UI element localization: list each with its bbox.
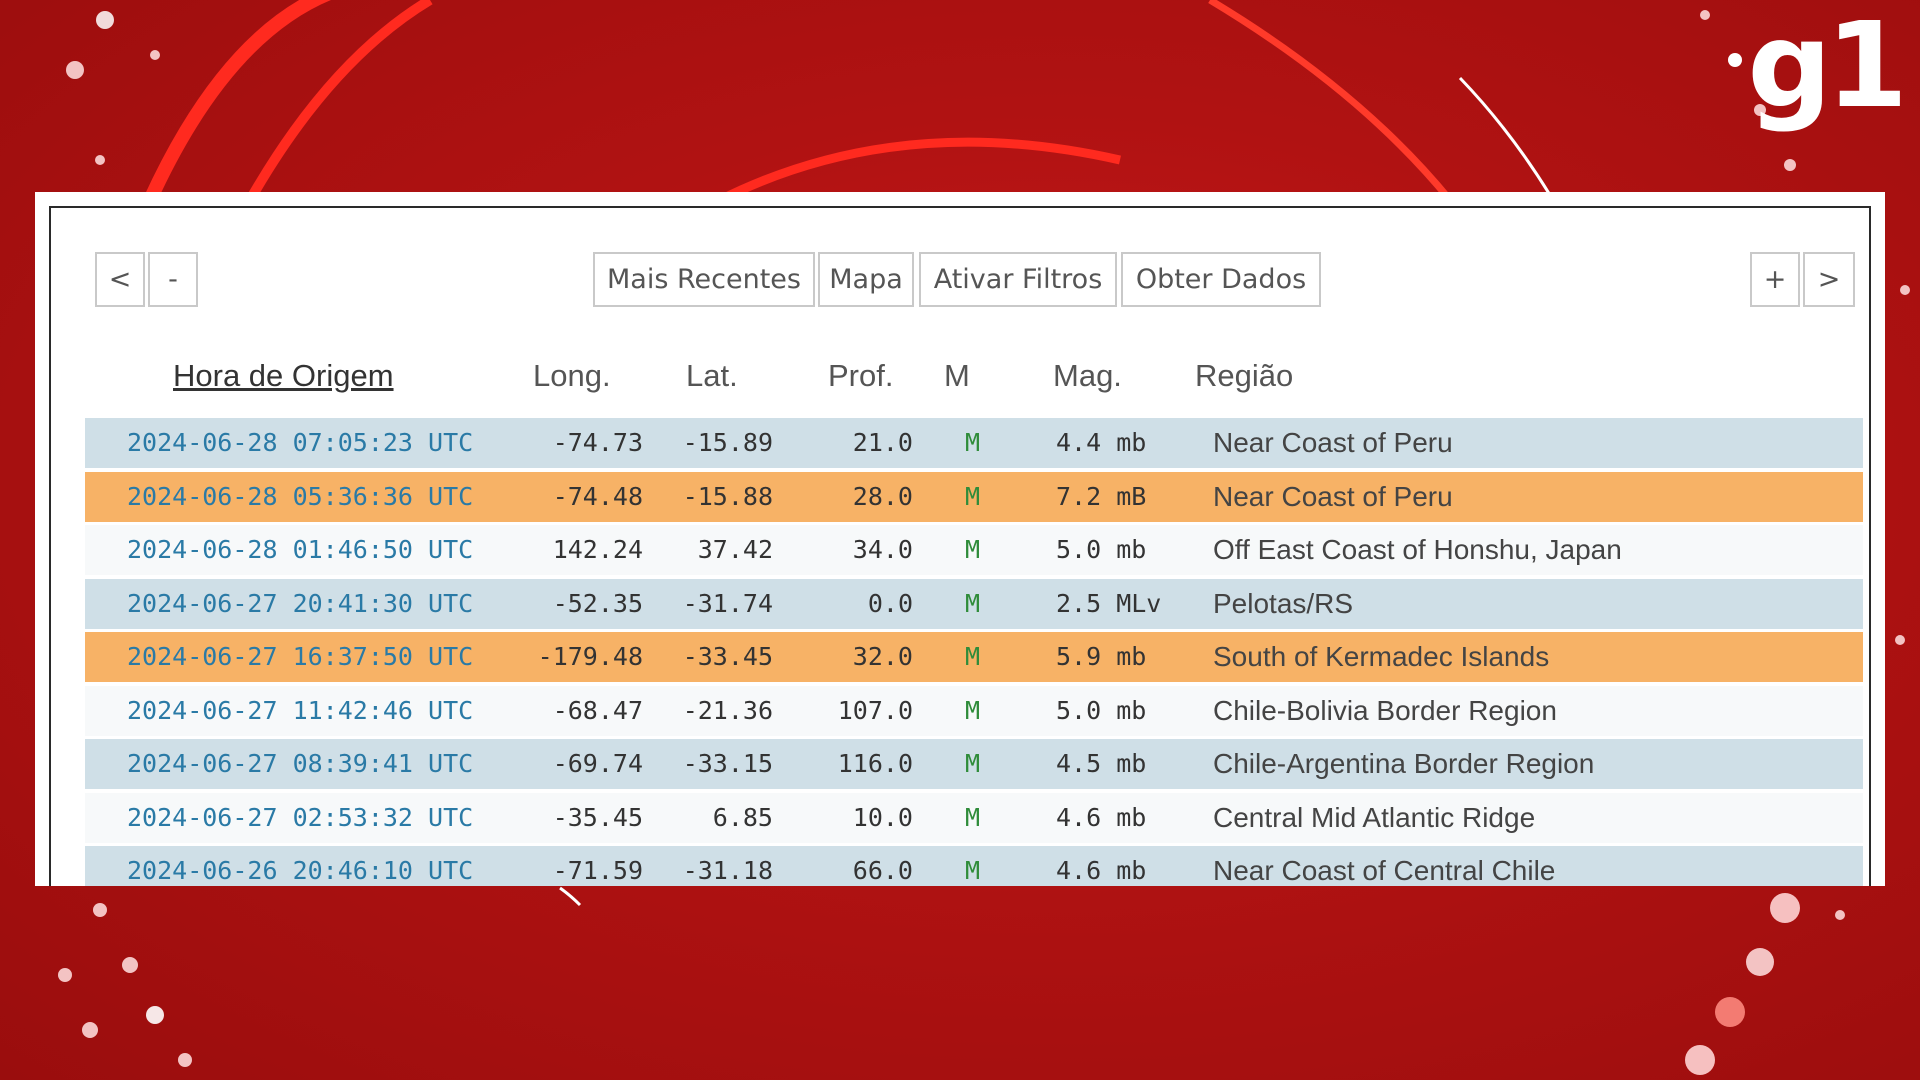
zoom-in-button[interactable]: + — [1750, 252, 1800, 307]
cell-mode: M — [965, 642, 981, 671]
cell-longitude: -74.73 — [552, 428, 643, 457]
cell-depth: 116.0 — [837, 749, 913, 778]
cell-region: Near Coast of Peru — [1213, 480, 1453, 512]
header-latitude: Lat. — [686, 358, 738, 393]
table-row[interactable]: 2024-06-28 05:36:36 UTC -74.48 -15.88 28.0 M… — [85, 471, 1863, 522]
cell-longitude: -69.74 — [552, 749, 643, 778]
cell-depth: 28.0 — [852, 481, 913, 511]
map-button[interactable]: Mapa — [818, 252, 914, 307]
cell-longitude: -52.35 — [552, 588, 643, 618]
cell-latitude: -31.18 — [682, 856, 773, 885]
header-magnitude: Mag. — [1053, 358, 1122, 393]
cell-depth: 21.0 — [852, 428, 913, 457]
cell-depth: 66.0 — [852, 856, 913, 885]
cell-magnitude: 7.2 mB — [1056, 481, 1147, 511]
cell-origin-time: 2024-06-27 02:53:32 UTC — [127, 802, 474, 832]
cell-mode: M — [965, 481, 981, 511]
cell-depth: 10.0 — [852, 802, 913, 832]
cell-depth: 107.0 — [837, 695, 913, 725]
cell-origin-time: 2024-06-26 20:46:10 UTC — [127, 856, 474, 885]
cell-magnitude: 4.6 mb — [1056, 856, 1147, 885]
cell-magnitude: 5.9 mb — [1056, 642, 1147, 671]
table-row[interactable]: 2024-06-28 01:46:50 UTC 142.24 37.42 34.0 M 5… — [85, 525, 1863, 575]
cell-latitude: -33.45 — [682, 642, 773, 671]
cell-origin-time: 2024-06-27 16:37:50 UTC — [127, 642, 474, 671]
cell-magnitude: 2.5 MLv — [1056, 588, 1162, 618]
events-table-body: 2024-06-28 07:05:23 UTC -74.73 -15.89 21.0 M… — [85, 418, 1863, 886]
header-longitude: Long. — [533, 358, 611, 393]
cell-region: Chile-Bolivia Border Region — [1213, 694, 1557, 726]
table-row[interactable]: 2024-06-27 08:39:41 UTC -69.74 -33.15 116.0… — [85, 739, 1863, 789]
cell-region: Near Coast of Peru — [1213, 427, 1453, 458]
cell-region: Central Mid Atlantic Ridge — [1213, 801, 1536, 833]
cell-depth: 32.0 — [852, 642, 913, 671]
cell-origin-time: 2024-06-27 08:39:41 UTC — [127, 749, 474, 778]
cell-origin-time: 2024-06-28 07:05:23 UTC — [127, 428, 474, 457]
cell-mode: M — [965, 856, 981, 885]
cell-magnitude: 5.0 mb — [1056, 695, 1147, 725]
next-button[interactable]: > — [1803, 252, 1855, 307]
cell-latitude: -15.88 — [682, 481, 773, 511]
cell-region: South of Kermadec Islands — [1213, 641, 1550, 672]
recent-button[interactable]: Mais Recentes — [593, 252, 815, 307]
cell-region: Pelotas/RS — [1213, 587, 1354, 619]
g1-logo: g1 — [1747, 0, 1908, 134]
cell-mode: M — [965, 428, 981, 457]
cell-latitude: 6.85 — [712, 802, 773, 832]
prev-button[interactable]: < — [95, 252, 145, 307]
cell-longitude: 142.24 — [552, 535, 643, 564]
table-row[interactable]: 2024-06-26 20:46:10 UTC -71.59 -31.18 66.0 M… — [85, 846, 1863, 886]
cell-longitude: -179.48 — [537, 642, 643, 671]
header-depth: Prof. — [828, 358, 894, 393]
table-row[interactable]: 2024-06-27 20:41:30 UTC -52.35 -31.74 0.0 M 2… — [85, 578, 1863, 629]
cell-magnitude: 4.5 mb — [1056, 749, 1147, 778]
cell-magnitude: 4.4 mb — [1056, 428, 1147, 457]
filters-button[interactable]: Ativar Filtros — [919, 252, 1117, 307]
header-mode: M — [944, 358, 970, 393]
cell-depth: 34.0 — [852, 535, 913, 564]
zoom-out-button[interactable]: - — [148, 252, 198, 307]
cell-mode: M — [965, 588, 981, 618]
header-origin-time[interactable]: Hora de Origem — [173, 358, 394, 394]
cell-latitude: -15.89 — [682, 428, 773, 457]
cell-longitude: -35.45 — [552, 802, 643, 832]
cell-magnitude: 5.0 mb — [1056, 535, 1147, 564]
cell-mode: M — [965, 535, 981, 564]
cell-mode: M — [965, 695, 981, 725]
cell-origin-time: 2024-06-28 05:36:36 UTC — [127, 481, 474, 511]
cell-region: Near Coast of Central Chile — [1213, 855, 1556, 886]
cell-longitude: -68.47 — [552, 695, 643, 725]
cell-magnitude: 4.6 mb — [1056, 802, 1147, 832]
cell-latitude: 37.42 — [697, 535, 773, 564]
table-row[interactable]: 2024-06-27 02:53:32 UTC -35.45 6.85 10.0 M 4.… — [85, 792, 1863, 843]
table-row[interactable]: 2024-06-27 11:42:46 UTC -68.47 -21.36 107.0… — [85, 685, 1863, 736]
cell-latitude: -31.74 — [682, 588, 773, 618]
cell-longitude: -71.59 — [552, 856, 643, 885]
get-data-button[interactable]: Obter Dados — [1121, 252, 1321, 307]
cell-region: Chile-Argentina Border Region — [1213, 748, 1595, 779]
cell-mode: M — [965, 802, 981, 832]
cell-latitude: -21.36 — [682, 695, 773, 725]
table-frame: < - Mais Recentes Mapa Ativar Filtros Ob… — [49, 206, 1871, 886]
cell-mode: M — [965, 749, 981, 778]
header-region: Região — [1195, 358, 1294, 393]
cell-depth: 0.0 — [867, 588, 913, 618]
cell-origin-time: 2024-06-28 01:46:50 UTC — [127, 535, 474, 564]
cell-region: Off East Coast of Honshu, Japan — [1213, 534, 1622, 565]
cell-origin-time: 2024-06-27 11:42:46 UTC — [127, 695, 474, 725]
earthquake-panel: < - Mais Recentes Mapa Ativar Filtros Ob… — [35, 192, 1885, 886]
cell-longitude: -74.48 — [552, 481, 643, 511]
table-row[interactable]: 2024-06-28 07:05:23 UTC -74.73 -15.89 21.0 M… — [85, 418, 1863, 468]
cell-latitude: -33.15 — [682, 749, 773, 778]
table-row[interactable]: 2024-06-27 16:37:50 UTC -179.48 -33.45 32.0… — [85, 632, 1863, 682]
cell-origin-time: 2024-06-27 20:41:30 UTC — [127, 588, 474, 618]
